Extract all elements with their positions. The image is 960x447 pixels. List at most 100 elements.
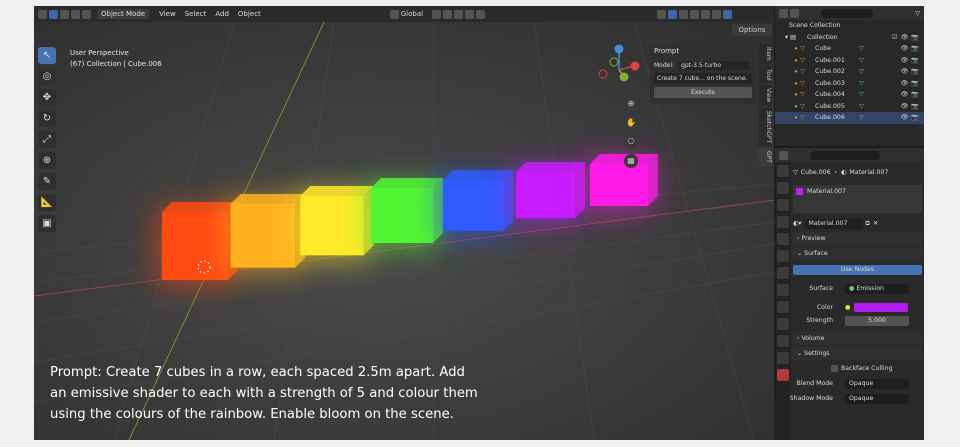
scale-tool-icon[interactable]: ⤢ <box>38 131 56 148</box>
snap-icon[interactable] <box>443 9 453 19</box>
constraints-tab-icon[interactable] <box>777 335 789 347</box>
menu-view[interactable]: View <box>159 10 176 18</box>
gizmo-icon[interactable] <box>668 9 678 19</box>
tab-view[interactable]: View <box>759 85 772 106</box>
tab-sketchgpt[interactable]: SketchGPT <box>759 107 772 146</box>
object-visibility-icons[interactable]: 👁📷 <box>900 78 922 90</box>
shading-wire-icon[interactable] <box>701 9 711 19</box>
color-field[interactable]: ● <box>845 303 909 313</box>
shading-rendered-icon[interactable] <box>723 9 733 19</box>
cursor-tool-icon[interactable]: ◎ <box>38 68 56 85</box>
overlay-icon[interactable] <box>679 9 689 19</box>
navigation-gizmo[interactable] <box>598 44 640 82</box>
move-tool-icon[interactable]: ✥ <box>38 89 56 106</box>
modifier-tab-icon[interactable] <box>777 284 789 296</box>
proportional-edit-icon[interactable] <box>465 9 475 19</box>
tab-item[interactable]: Item <box>759 44 772 64</box>
menu-select[interactable]: Select <box>185 10 207 18</box>
editor-type-icon[interactable] <box>38 9 47 19</box>
view-layer-tab-icon[interactable] <box>777 216 789 228</box>
object-visibility-icons[interactable]: 👁📷 <box>900 112 922 124</box>
material-slot-list[interactable]: Material.007 <box>793 185 922 213</box>
blend-mode-select[interactable]: Opaque <box>845 378 909 389</box>
material-unlink-icon[interactable]: ✕ <box>873 220 878 227</box>
outliner-editor-icon[interactable] <box>779 8 788 18</box>
snap-settings-icon[interactable] <box>454 9 464 19</box>
camera-icon[interactable]: ⎔ <box>624 135 638 149</box>
shadow-mode-select[interactable]: Opaque <box>845 393 909 404</box>
cube-front-face[interactable] <box>371 188 433 243</box>
xray-icon[interactable] <box>690 9 700 19</box>
cube-front-face[interactable] <box>515 172 576 219</box>
mode-dropdown[interactable]: Object Mode <box>97 9 150 19</box>
object-visibility-icons[interactable]: 👁📷 <box>900 101 922 113</box>
annotate-tool-icon[interactable]: ✎ <box>38 173 56 190</box>
output-tab-icon[interactable] <box>777 199 789 211</box>
settings-section-header[interactable]: ⌄ Settings <box>793 347 922 360</box>
shading-solid-icon[interactable] <box>712 9 722 19</box>
measure-tool-icon[interactable]: 📐 <box>38 194 56 211</box>
tab-gpt[interactable]: GPT <box>759 147 772 166</box>
filter-icon[interactable]: ▽ <box>915 10 920 17</box>
properties-editor-icon[interactable] <box>779 150 788 160</box>
backface-culling-checkbox[interactable] <box>831 365 838 372</box>
object-visibility-icons[interactable]: 👁📷 <box>900 55 922 67</box>
collection-visibility-icons[interactable]: ☑👁📷 <box>892 32 922 44</box>
object-tab-icon[interactable] <box>777 267 789 279</box>
tab-tool[interactable]: Tool <box>759 65 772 84</box>
tool-tab-icon[interactable] <box>777 165 789 177</box>
3d-viewport[interactable]: User Perspective (67) Collection | Cube.… <box>34 22 774 440</box>
select-tool-icon[interactable]: ↖ <box>38 47 56 64</box>
material-browse-icon[interactable]: ◐▾ <box>793 220 802 227</box>
world-tab-icon[interactable] <box>777 250 789 262</box>
add-cube-tool-icon[interactable]: ▣ <box>38 215 56 232</box>
outliner-object-row[interactable]: ▸ ▽ Cube ▽ 👁📷 <box>775 43 924 55</box>
material-slot-name[interactable]: Material.007 <box>807 188 846 195</box>
outliner-object-row[interactable]: ▸ ▽ Cube.001 ▽ 👁📷 <box>775 55 924 67</box>
ortho-grid-icon[interactable]: ▦ <box>624 154 638 168</box>
material-name-field[interactable]: Material.007 <box>804 218 863 229</box>
transform-orientation-dropdown[interactable]: Global <box>401 10 423 18</box>
particles-tab-icon[interactable] <box>777 301 789 313</box>
cube-front-face[interactable] <box>442 180 504 231</box>
menu-add[interactable]: Add <box>215 10 229 18</box>
options-button[interactable]: Options <box>732 24 772 36</box>
select-extend-icon[interactable] <box>60 9 69 19</box>
use-nodes-button[interactable]: Use Nodes <box>793 264 922 275</box>
outliner-object-row[interactable]: ▸ ▽ Cube.005 ▽ 👁📷 <box>775 101 924 113</box>
cube-front-face[interactable] <box>230 204 296 268</box>
cube-front-face[interactable] <box>162 212 228 280</box>
select-box-icon[interactable] <box>49 9 58 19</box>
render-tab-icon[interactable] <box>777 182 789 194</box>
data-tab-icon[interactable] <box>777 352 789 364</box>
material-tab-icon[interactable] <box>777 369 789 381</box>
outliner-object-row[interactable]: ▸ ▽ Cube.003 ▽ 👁📷 <box>775 78 924 90</box>
zoom-icon[interactable]: ⊕ <box>624 97 638 111</box>
surface-shader-field[interactable]: ● Emission <box>845 283 909 294</box>
scene-collection-row[interactable]: Scene Collection <box>775 20 924 32</box>
outliner-object-row[interactable]: ▸ ▽ Cube.004 ▽ 👁📷 <box>775 89 924 101</box>
object-visibility-icons[interactable]: 👁📷 <box>900 43 922 55</box>
menu-object[interactable]: Object <box>238 10 261 18</box>
surface-section-header[interactable]: ⌄ Surface <box>793 247 922 260</box>
collection-row[interactable]: ▾ ▤ Collection ☑👁📷 <box>775 32 924 44</box>
strength-field[interactable]: 5.000 <box>845 315 909 326</box>
pivot-icon[interactable] <box>432 9 442 19</box>
outliner-object-row[interactable]: ▸ ▽ Cube.006 ▽ 👁📷 <box>775 112 924 124</box>
prompt-input[interactable]: Create 7 cube... on the scene. <box>654 73 752 84</box>
select-subtract-icon[interactable] <box>71 9 80 19</box>
execute-button[interactable]: Execute <box>654 87 752 98</box>
volume-section-header[interactable]: › Volume <box>793 332 922 345</box>
pan-icon[interactable]: ✋ <box>624 116 638 130</box>
rotate-tool-icon[interactable]: ↻ <box>38 110 56 127</box>
visibility-icon[interactable] <box>657 9 667 19</box>
preview-section-header[interactable]: › Preview <box>793 232 922 245</box>
color-swatch[interactable] <box>854 303 909 312</box>
scene-tab-icon[interactable] <box>777 233 789 245</box>
outliner-search-input[interactable] <box>821 8 873 18</box>
object-visibility-icons[interactable]: 👁📷 <box>900 89 922 101</box>
select-intersect-icon[interactable] <box>82 9 91 19</box>
cube-front-face[interactable] <box>300 196 364 256</box>
falloff-icon[interactable] <box>476 9 486 19</box>
outliner-object-row[interactable]: ▸ ▽ Cube.002 ▽ 👁📷 <box>775 66 924 78</box>
